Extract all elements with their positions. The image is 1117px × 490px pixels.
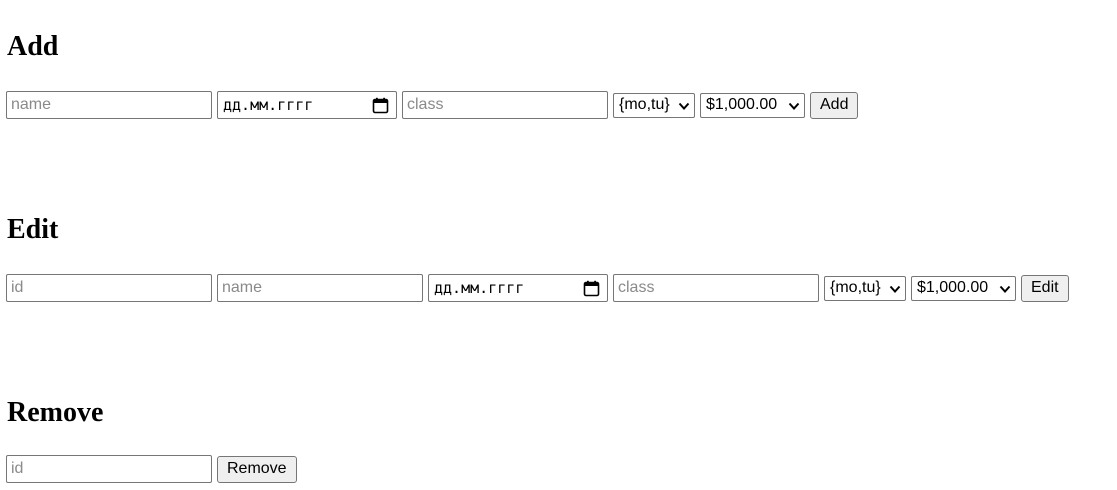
edit-id-input[interactable] bbox=[6, 274, 212, 302]
edit-name-input[interactable] bbox=[217, 274, 423, 302]
edit-price-select[interactable]: $1,000.00 bbox=[911, 275, 1016, 301]
edit-date-input[interactable]: дд.мм.гггг bbox=[428, 274, 608, 302]
edit-class-input[interactable] bbox=[613, 274, 819, 302]
remove-id-input[interactable] bbox=[6, 455, 212, 483]
chevron-down-icon bbox=[889, 282, 901, 294]
chevron-down-icon bbox=[788, 99, 800, 111]
edit-days-select[interactable]: {mo,tu} bbox=[824, 275, 906, 301]
chevron-down-icon bbox=[999, 282, 1011, 294]
add-section-title: Add bbox=[7, 31, 59, 62]
edit-price-value: $1,000.00 bbox=[917, 279, 989, 296]
remove-form-row: Remove bbox=[6, 455, 297, 483]
remove-button[interactable]: Remove bbox=[217, 455, 297, 483]
add-days-value: {mo,tu} bbox=[619, 96, 670, 113]
add-form-row: дд.мм.гггг {mo,tu} $1,000.00 Add bbox=[6, 91, 859, 119]
add-date-input[interactable]: дд.мм.гггг bbox=[217, 91, 397, 119]
calendar-icon[interactable] bbox=[583, 280, 600, 297]
add-class-input[interactable] bbox=[402, 91, 608, 119]
chevron-down-icon bbox=[678, 99, 690, 111]
add-date-placeholder: дд.мм.гггг bbox=[223, 96, 314, 114]
add-name-input[interactable] bbox=[6, 91, 212, 119]
remove-section-title: Remove bbox=[7, 397, 104, 428]
add-days-select[interactable]: {mo,tu} bbox=[613, 92, 695, 118]
calendar-icon[interactable] bbox=[372, 97, 389, 114]
add-button[interactable]: Add bbox=[810, 91, 859, 119]
add-price-select[interactable]: $1,000.00 bbox=[700, 92, 805, 118]
add-price-value: $1,000.00 bbox=[706, 96, 778, 113]
edit-section-title: Edit bbox=[7, 214, 59, 245]
edit-date-placeholder: дд.мм.гггг bbox=[434, 279, 525, 297]
edit-days-value: {mo,tu} bbox=[830, 279, 881, 296]
edit-form-row: дд.мм.гггг {mo,tu} $1,000.00 Edit bbox=[6, 274, 1069, 302]
edit-button[interactable]: Edit bbox=[1021, 274, 1069, 302]
